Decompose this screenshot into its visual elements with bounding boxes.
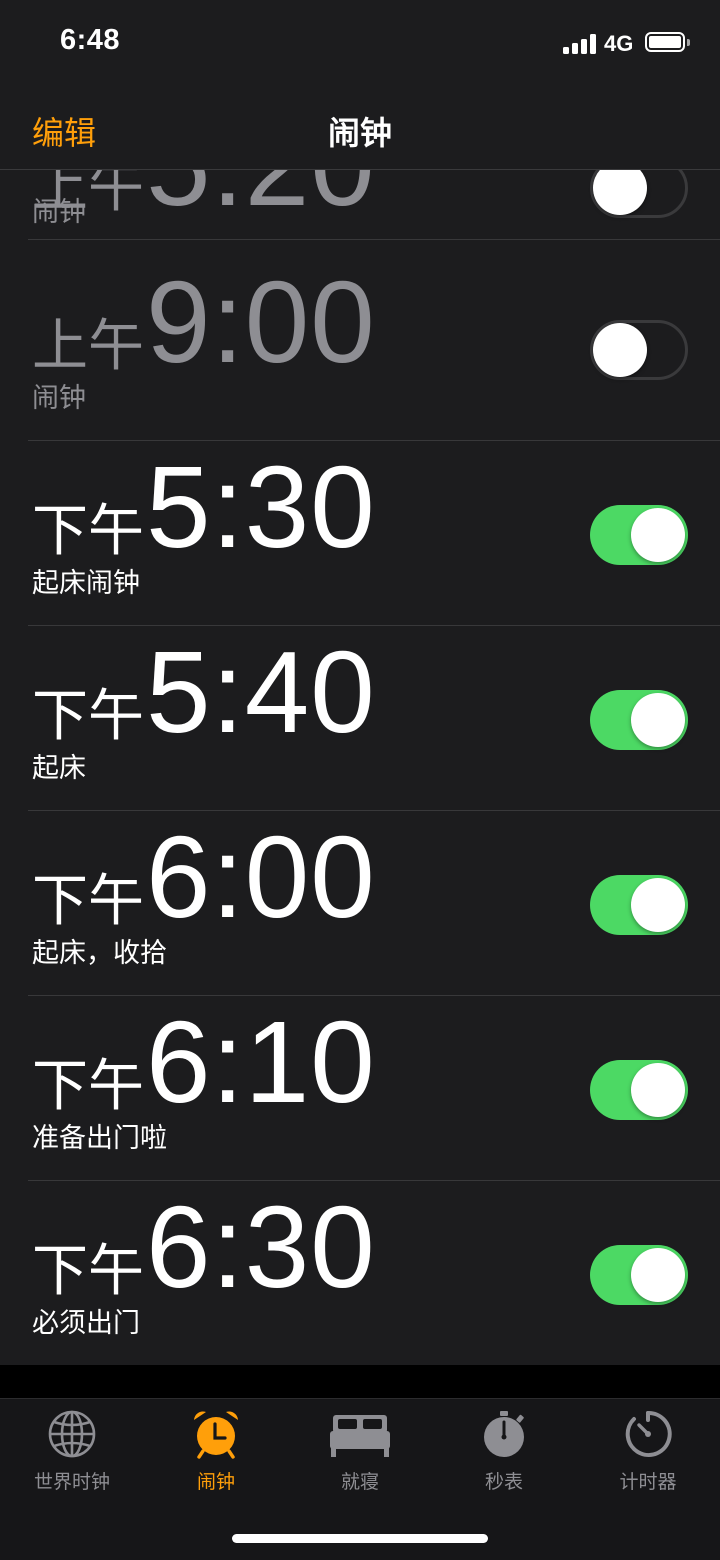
timer-icon xyxy=(625,1410,672,1457)
stopwatch-icon xyxy=(484,1411,524,1457)
alarm-row[interactable]: 下午 6:00 起床，收拾 xyxy=(0,811,720,996)
row-divider xyxy=(28,239,720,240)
battery-icon xyxy=(645,32,693,56)
alarm-toggle[interactable] xyxy=(590,320,688,380)
tab-world-clock[interactable]: 世界时钟 xyxy=(0,1409,144,1499)
alarm-ampm: 下午 xyxy=(32,1239,144,1304)
alarm-row[interactable]: 下午 6:10 准备出门啦 xyxy=(0,996,720,1181)
tab-label: 世界时钟 xyxy=(33,1471,110,1493)
alarm-time: 9:00 xyxy=(146,257,376,387)
alarm-time: 6:00 xyxy=(146,812,376,942)
cellular-signal-icon xyxy=(563,34,597,54)
alarm-row[interactable]: 上午 5:20 闹钟 xyxy=(0,170,720,240)
globe-icon xyxy=(48,1410,96,1458)
status-time: 6:48 xyxy=(60,24,121,56)
alarm-row[interactable]: 下午 5:30 起床闹钟 xyxy=(0,441,720,626)
alarm-ampm: 下午 xyxy=(32,684,144,749)
tab-alarm[interactable]: 闹钟 xyxy=(144,1409,288,1499)
alarm-label: 起床，收拾 xyxy=(32,938,167,969)
tab-stopwatch[interactable]: 秒表 xyxy=(432,1409,576,1499)
tab-timer[interactable]: 计时器 xyxy=(576,1409,720,1499)
alarm-label: 准备出门啦 xyxy=(32,1123,167,1154)
alarm-toggle[interactable] xyxy=(590,1060,688,1120)
alarm-label: 闹钟 xyxy=(32,197,86,228)
alarm-row[interactable]: 上午 9:00 闹钟 xyxy=(0,256,720,441)
alarm-label: 闹钟 xyxy=(32,383,86,414)
alarm-time: 5:40 xyxy=(146,627,376,757)
alarm-label: 起床闹钟 xyxy=(32,568,140,599)
alarm-toggle[interactable] xyxy=(590,1245,688,1305)
alarm-row[interactable]: 下午 5:40 起床 xyxy=(0,626,720,811)
alarm-ampm: 上午 xyxy=(32,314,144,379)
alarm-label: 必须出门 xyxy=(32,1308,140,1339)
page-title: 闹钟 xyxy=(327,114,392,152)
alarm-toggle[interactable] xyxy=(590,505,688,565)
alarm-list[interactable]: 上午 5:20 闹钟 上午 9:00 闹钟 下午 5:30 起床闹钟 下午 5:… xyxy=(0,170,720,1365)
status-bar: 6:48 4G xyxy=(0,0,720,90)
alarm-toggle[interactable] xyxy=(590,875,688,935)
tab-label: 计时器 xyxy=(619,1471,677,1493)
alarm-ampm: 下午 xyxy=(32,1054,144,1119)
alarm-toggle[interactable] xyxy=(590,170,688,218)
tab-label: 闹钟 xyxy=(196,1471,235,1493)
alarm-ampm: 下午 xyxy=(32,869,144,934)
alarm-time: 5:30 xyxy=(146,442,376,572)
tab-label: 就寝 xyxy=(340,1471,379,1493)
tab-label: 秒表 xyxy=(484,1471,523,1493)
alarm-time: 5:20 xyxy=(146,170,376,223)
home-indicator[interactable] xyxy=(232,1534,488,1543)
network-type: 4G xyxy=(604,31,634,56)
alarm-label: 起床 xyxy=(32,753,86,784)
alarm-row[interactable]: 下午 6:30 必须出门 xyxy=(0,1181,720,1365)
alarm-time: 6:30 xyxy=(146,1182,376,1312)
tab-bedtime[interactable]: 就寝 xyxy=(288,1409,432,1499)
navigation-bar: 编辑 闹钟 xyxy=(0,90,720,170)
alarm-time: 6:10 xyxy=(146,997,376,1127)
bed-icon xyxy=(330,1415,390,1457)
alarm-toggle[interactable] xyxy=(590,690,688,750)
alarm-clock-icon xyxy=(194,1411,238,1459)
clock-app-screen: 6:48 4G 上午 5:20 闹钟 上午 9:00 闹钟 xyxy=(0,0,720,1560)
alarm-ampm: 下午 xyxy=(32,499,144,564)
